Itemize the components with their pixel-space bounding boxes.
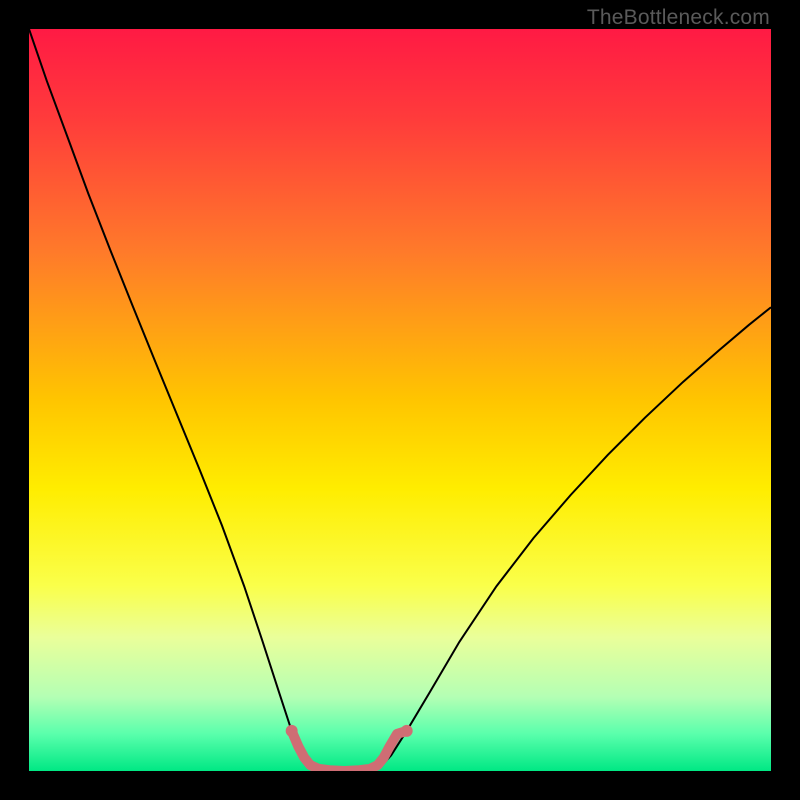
chart-container: TheBottleneck.com [0, 0, 800, 800]
chart-svg [29, 29, 771, 771]
watermark-text: TheBottleneck.com [587, 6, 770, 30]
plot-area [29, 29, 771, 771]
highlight-endpoint [401, 725, 413, 737]
highlight-endpoint [286, 725, 298, 737]
gradient-background [29, 29, 771, 771]
